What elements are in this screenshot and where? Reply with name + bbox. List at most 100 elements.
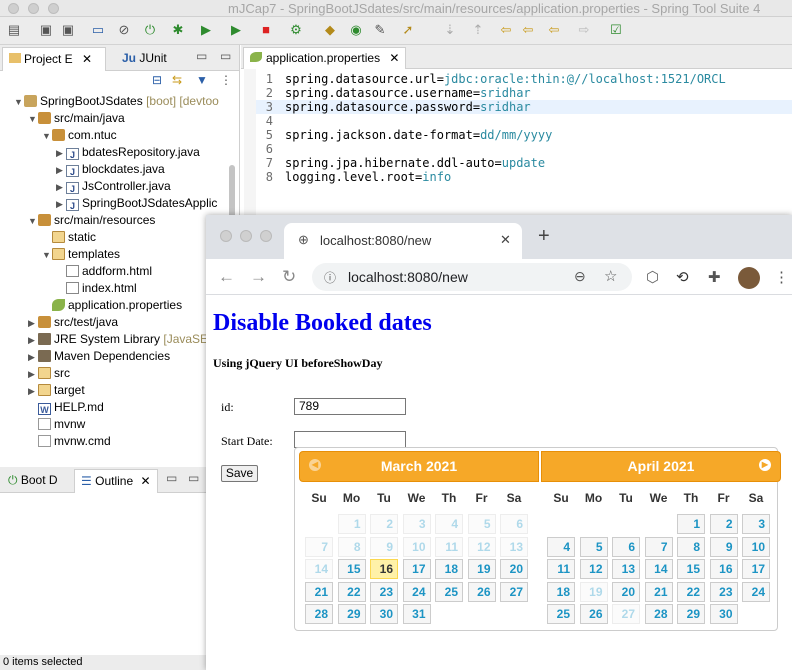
new-tab-icon[interactable]: + xyxy=(538,226,550,246)
tree-item[interactable]: mvnw.cmd xyxy=(28,433,111,450)
extension-sync-icon[interactable]: ⟲ xyxy=(676,268,689,286)
tree-item[interactable]: application.properties xyxy=(42,297,182,314)
minimize-icon[interactable]: ▭ xyxy=(196,49,207,63)
minimize-window-icon[interactable] xyxy=(28,3,39,14)
calendar-day[interactable]: 28 xyxy=(305,604,333,624)
link-editor-icon[interactable]: ⇆ xyxy=(172,73,182,87)
calendar-day[interactable]: 22 xyxy=(677,581,705,602)
url-text[interactable]: localhost:8080/new xyxy=(348,269,468,285)
new-icon[interactable]: ▤ xyxy=(6,22,22,38)
back-icon[interactable]: ⇦ xyxy=(520,22,536,38)
menu-icon[interactable]: ⋮ xyxy=(774,268,789,286)
minimize-icon[interactable]: ▭ xyxy=(166,471,177,485)
tree-item[interactable]: ▼ src/main/java xyxy=(28,110,125,127)
last-edit-icon[interactable]: ⇦ xyxy=(498,22,514,38)
calendar-day[interactable]: 10 xyxy=(742,536,770,557)
calendar-day[interactable]: 25 xyxy=(435,581,463,602)
prev-month-icon[interactable]: ◀ xyxy=(309,459,321,471)
tree-item[interactable]: mvnw xyxy=(28,416,85,433)
expand-arrow-icon[interactable]: ▼ xyxy=(14,94,24,111)
prev-annotation-icon[interactable]: ⇡ xyxy=(470,22,486,38)
close-icon[interactable]: ✕ xyxy=(389,51,399,65)
save-button[interactable]: Save xyxy=(221,465,258,482)
close-tab-icon[interactable]: ✕ xyxy=(500,232,511,248)
close-window-icon[interactable] xyxy=(8,3,19,14)
save-icon[interactable]: ▣ xyxy=(38,22,54,38)
expand-arrow-icon[interactable]: ▶ xyxy=(28,315,38,332)
tab-application-properties[interactable]: application.properties ✕ xyxy=(243,47,407,69)
calendar-day[interactable]: 3 xyxy=(742,514,770,534)
calendar-day[interactable]: 29 xyxy=(677,604,705,624)
calendar-day[interactable]: 30 xyxy=(370,604,398,624)
zoom-icon[interactable]: ⊖ xyxy=(574,268,586,285)
close-window-icon[interactable] xyxy=(220,230,232,242)
next-annotation-icon[interactable]: ⇣ xyxy=(442,22,458,38)
code-line[interactable]: logging.level.root=info xyxy=(285,170,451,184)
calendar-day[interactable]: 29 xyxy=(337,604,366,624)
calendar-day[interactable]: 18 xyxy=(547,581,575,602)
calendar-day[interactable]: 15 xyxy=(337,559,366,579)
tree-item[interactable]: index.html xyxy=(56,280,137,297)
expand-arrow-icon[interactable]: ▶ xyxy=(56,179,66,196)
tree-item[interactable]: ▼ templates xyxy=(42,246,120,263)
tree-item[interactable]: ▼ SpringBootJSdates [boot] [devtoo xyxy=(14,93,219,110)
calendar-day[interactable]: 11 xyxy=(547,559,575,579)
open-task-icon[interactable]: ➚ xyxy=(400,22,416,38)
code-line[interactable]: spring.datasource.username=sridhar xyxy=(285,86,531,100)
start-date-input[interactable] xyxy=(294,431,406,448)
expand-arrow-icon[interactable]: ▼ xyxy=(42,128,52,145)
calendar-day[interactable]: 9 xyxy=(709,536,738,557)
back-icon[interactable]: ← xyxy=(218,267,235,287)
coverage-icon[interactable]: ▶ xyxy=(228,22,244,38)
tab-outline[interactable]: ☰ Outline ✕ xyxy=(74,469,158,493)
calendar-day[interactable]: 21 xyxy=(305,581,333,602)
tree-item[interactable]: ▶ J SpringBootJSdatesApplic xyxy=(56,195,217,212)
tree-item[interactable]: ▶ Maven Dependencies xyxy=(28,348,170,365)
calendar-day[interactable]: 12 xyxy=(579,559,608,579)
expand-arrow-icon[interactable]: ▶ xyxy=(28,332,38,349)
tree-item[interactable]: ▶ src/test/java xyxy=(28,314,118,331)
code-line[interactable]: spring.jpa.hibernate.ddl-auto=update xyxy=(285,156,545,170)
forward-icon[interactable]: → xyxy=(250,267,267,287)
calendar-day[interactable]: 8 xyxy=(677,536,705,557)
calendar-day[interactable]: 30 xyxy=(709,604,738,624)
zoom-window-icon[interactable] xyxy=(48,3,59,14)
calendar-day[interactable]: 18 xyxy=(435,559,463,579)
tree-item[interactable]: ▶ target xyxy=(28,382,85,399)
tab-project-explorer[interactable]: Project E ✕ xyxy=(2,47,106,71)
expand-arrow-icon[interactable]: ▼ xyxy=(28,111,38,128)
expand-arrow-icon[interactable]: ▼ xyxy=(28,213,38,230)
stop-icon[interactable]: ■ xyxy=(258,22,274,38)
calendar-day[interactable]: 21 xyxy=(644,581,673,602)
extension-cube-icon[interactable]: ⬡ xyxy=(646,268,659,286)
id-input[interactable]: 789 xyxy=(294,398,406,415)
address-bar[interactable]: ⓘ localhost:8080/new ⊖ ☆ xyxy=(312,263,632,291)
tab-boot-dashboard[interactable]: ⏻ Boot D xyxy=(2,469,70,493)
calendar-day[interactable]: 19 xyxy=(467,559,496,579)
calendar-day[interactable]: 24 xyxy=(742,581,770,602)
expand-arrow-icon[interactable]: ▶ xyxy=(28,366,38,383)
close-icon[interactable]: ✕ xyxy=(82,52,92,66)
view-menu-icon[interactable]: ⋮ xyxy=(220,73,232,87)
tree-item[interactable]: addform.html xyxy=(56,263,152,280)
run-icon[interactable]: ▶ xyxy=(198,22,214,38)
tree-item[interactable]: W HELP.md xyxy=(28,399,104,416)
calendar-day[interactable]: 17 xyxy=(402,559,431,579)
calendar-day[interactable]: 28 xyxy=(644,604,673,624)
boot-dashboard-icon[interactable]: ⏻ xyxy=(142,22,158,38)
calendar-day[interactable]: 5 xyxy=(579,536,608,557)
tab-junit[interactable]: Ju JUnit xyxy=(116,47,173,71)
expand-arrow-icon[interactable]: ▶ xyxy=(28,383,38,400)
calendar-day[interactable]: 15 xyxy=(677,559,705,579)
calendar-day[interactable]: 14 xyxy=(644,559,673,579)
calendar-day[interactable]: 7 xyxy=(644,536,673,557)
browser-tab[interactable]: ⊕ localhost:8080/new ✕ xyxy=(284,223,522,259)
calendar-day[interactable]: 27 xyxy=(500,581,528,602)
collapse-all-icon[interactable]: ⊟ xyxy=(152,73,162,87)
minimize-window-icon[interactable] xyxy=(240,230,252,242)
next-month-icon[interactable]: ▶ xyxy=(759,459,771,471)
calendar-day[interactable]: 23 xyxy=(709,581,738,602)
calendar-day[interactable]: 4 xyxy=(547,536,575,557)
calendar-day[interactable]: 23 xyxy=(370,581,398,602)
search-icon[interactable]: ✎ xyxy=(372,22,388,38)
